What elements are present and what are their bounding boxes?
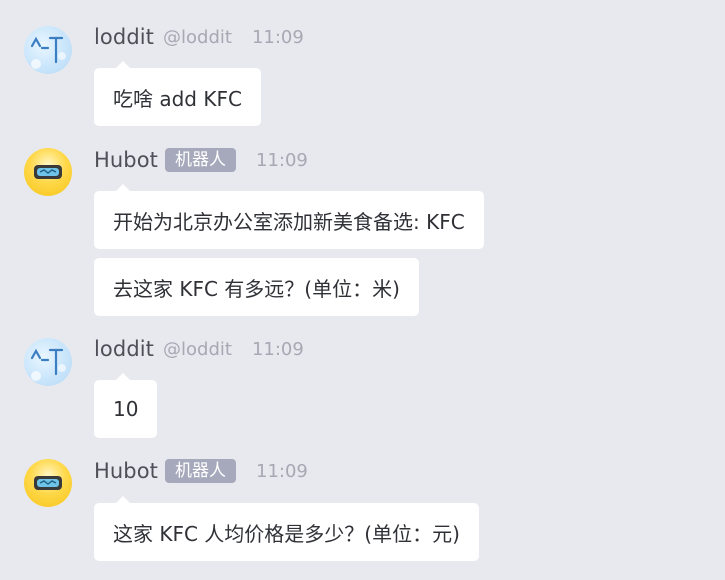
- timestamp: 11:09: [251, 26, 304, 48]
- chat-message-list: loddit @loddit 11:09 吃啥 add KFC Hubot 机器…: [0, 0, 725, 580]
- message-bubble: 吃啥 add KFC: [94, 61, 261, 126]
- username[interactable]: Hubot: [94, 459, 158, 483]
- message-text: 这家 KFC 人均价格是多少？(单位：元): [113, 521, 460, 546]
- message-bubble: 这家 KFC 人均价格是多少？(单位：元): [94, 496, 479, 561]
- message-text: 吃啥 add KFC: [113, 86, 242, 111]
- loddit-avatar[interactable]: [24, 338, 72, 386]
- message-bubble: 开始为北京办公室添加新美食备选: KFC: [94, 184, 484, 249]
- message-header: loddit @loddit 11:09: [94, 24, 304, 50]
- timestamp: 11:09: [256, 149, 308, 171]
- timestamp: 11:09: [256, 460, 308, 482]
- username[interactable]: Hubot: [94, 148, 158, 172]
- bot-badge: 机器人: [165, 459, 237, 483]
- message-text: 10: [113, 397, 139, 421]
- message-text: 去这家 KFC 有多远？(单位：米): [113, 276, 400, 301]
- loddit-avatar[interactable]: [24, 26, 72, 74]
- message-text: 开始为北京办公室添加新美食备选: KFC: [113, 209, 465, 234]
- message-bubble: 10: [94, 373, 158, 438]
- bot-badge: 机器人: [165, 148, 237, 172]
- loddit-avatar-icon: [30, 36, 66, 69]
- message-header: loddit @loddit 11:09: [94, 336, 304, 362]
- message-header: Hubot 机器人 11:09: [94, 147, 308, 173]
- hubot-avatar[interactable]: [24, 148, 72, 196]
- user-handle: @loddit: [163, 338, 232, 360]
- timestamp: 11:09: [251, 338, 304, 360]
- hubot-avatar-icon: [34, 476, 62, 490]
- user-handle: @loddit: [163, 26, 232, 48]
- username[interactable]: loddit: [94, 25, 154, 49]
- message-bubble: 去这家 KFC 有多远？(单位：米): [94, 258, 419, 316]
- hubot-avatar[interactable]: [24, 459, 72, 507]
- hubot-avatar-icon: [34, 165, 62, 179]
- username[interactable]: loddit: [94, 337, 154, 361]
- message-header: Hubot 机器人 11:09: [94, 458, 308, 484]
- loddit-avatar-icon: [30, 348, 66, 381]
